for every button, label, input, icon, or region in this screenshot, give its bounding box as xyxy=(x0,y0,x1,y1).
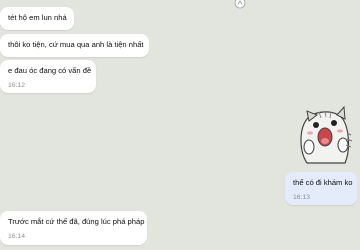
message-bubble-received[interactable]: tét hộ em lun nhá xyxy=(0,7,74,30)
reaction-icon xyxy=(234,0,246,9)
message-bubble-sent[interactable]: thế có đi khám ko 16:13 xyxy=(285,172,357,205)
message-text: e đau óc đang có vấn đề xyxy=(8,66,92,75)
message-time: 16:13 xyxy=(293,194,311,201)
message-bubble-received[interactable]: Trước mắt cứ thế đã, đúng lúc phá pháp 1… xyxy=(0,211,147,245)
message-text: tét hộ em lun nhá xyxy=(8,13,67,22)
message-time: 16:14 xyxy=(8,233,26,240)
message-bubble-received[interactable]: e đau óc đang có vấn đề 16:12 xyxy=(0,60,96,93)
surprised-cat-sticker xyxy=(300,105,353,164)
sticker-message[interactable] xyxy=(289,103,357,169)
top-reaction-icon[interactable] xyxy=(234,0,246,9)
message-bubble-received[interactable]: thôi ko tiện, cứ mua qua anh là tiện nhấ… xyxy=(0,34,149,57)
message-text: Trước mắt cứ thế đã, đúng lúc phá pháp xyxy=(8,217,145,226)
message-text: thôi ko tiện, cứ mua qua anh là tiện nhấ… xyxy=(8,40,144,49)
message-time: 16:12 xyxy=(8,82,26,89)
message-text: thế có đi khám ko xyxy=(293,178,353,187)
